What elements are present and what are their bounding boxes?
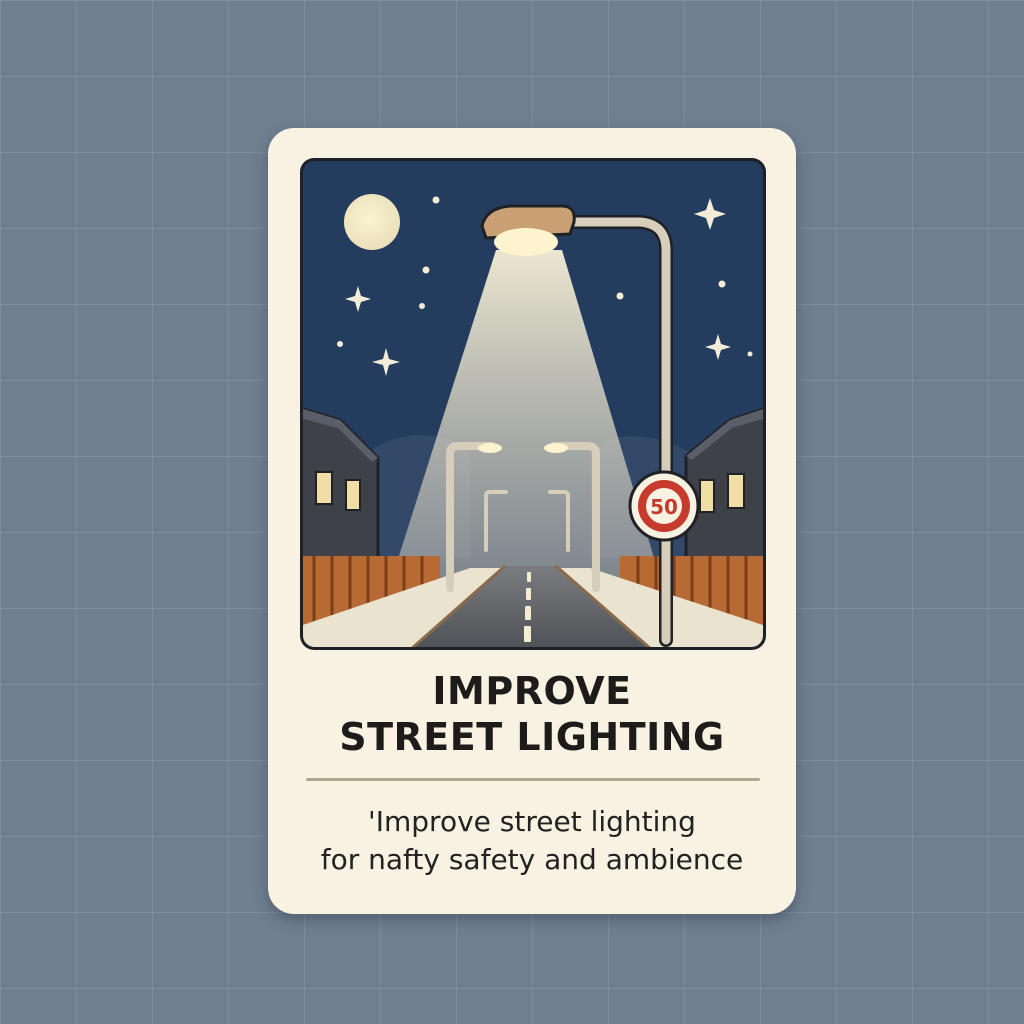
street-night-illustration: 50 (300, 158, 766, 650)
moon-icon (344, 194, 400, 250)
street-lighting-card: 50 IMPROVE STREET LIGHTING 'Improve stre… (268, 128, 796, 914)
speed-sign-label: 50 (650, 495, 678, 519)
speed-limit-sign-icon: 50 (628, 470, 700, 542)
divider (306, 778, 760, 781)
card-title-line-2: STREET LIGHTING (339, 715, 725, 759)
card-description-line-2: for nafty safety and ambience (320, 843, 744, 876)
card-title-line-1: IMPROVE (432, 669, 632, 713)
card-description-line-1: 'Improve street lighting (368, 805, 696, 838)
